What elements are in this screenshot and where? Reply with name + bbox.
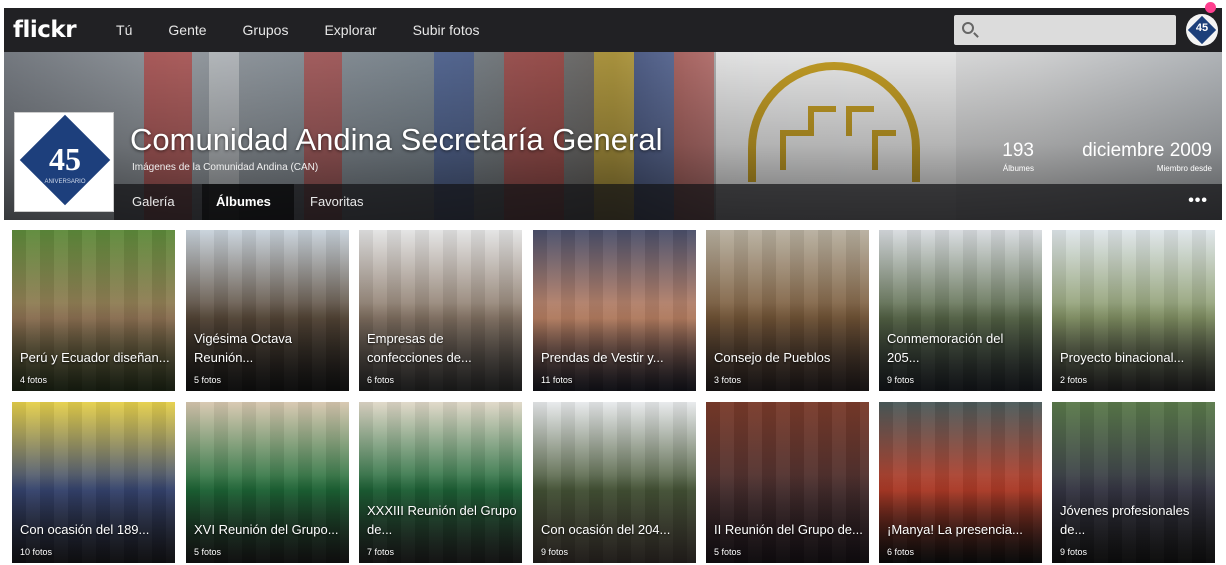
album-tile[interactable]: Conmemoración del 205... 9 fotos bbox=[879, 230, 1042, 391]
album-tile[interactable]: Empresas de confecciones de... 6 fotos bbox=[359, 230, 522, 391]
album-title: Consejo de Pueblos bbox=[714, 350, 831, 365]
album-title: Perú y Ecuador diseñan... bbox=[20, 350, 170, 365]
album-tile[interactable]: Vigésima Octava Reunión... 5 fotos bbox=[186, 230, 349, 391]
album-title: Con ocasión del 189... bbox=[20, 522, 150, 537]
nav-link-tu[interactable]: Tú bbox=[116, 22, 132, 38]
nav-link-explorar[interactable]: Explorar bbox=[324, 22, 376, 38]
profile-title: Comunidad Andina Secretaría General bbox=[130, 122, 663, 157]
notification-badge-icon[interactable] bbox=[1205, 2, 1216, 13]
album-photo-count: 9 fotos bbox=[887, 375, 915, 385]
album-photo-count: 10 fotos bbox=[20, 547, 53, 557]
album-photo-count: 5 fotos bbox=[714, 547, 742, 557]
albums-count: 193 bbox=[1002, 140, 1034, 161]
album-tile[interactable]: Jóvenes profesionales de... 9 fotos bbox=[1052, 402, 1215, 563]
more-options-icon[interactable]: ••• bbox=[1188, 192, 1208, 210]
album-title: ¡Manya! La presencia... bbox=[887, 522, 1023, 537]
profile-cover: 45 ANIVERSARIO Comunidad Andina Secretar… bbox=[4, 52, 1222, 220]
album-photo-count: 5 fotos bbox=[194, 375, 222, 385]
album-title: Jóvenes profesionales de... bbox=[1060, 503, 1190, 537]
album-title: Proyecto binacional... bbox=[1060, 350, 1185, 365]
flickr-logo[interactable]: flickr bbox=[13, 17, 77, 43]
album-title: Prendas de Vestir y... bbox=[541, 350, 664, 365]
member-since: diciembre 2009 bbox=[1082, 140, 1212, 161]
album-tile[interactable]: Consejo de Pueblos 3 fotos bbox=[706, 230, 869, 391]
album-photo-count: 5 fotos bbox=[194, 547, 222, 557]
album-tile[interactable]: Prendas de Vestir y... 11 fotos bbox=[533, 230, 696, 391]
album-tile[interactable]: Perú y Ecuador diseñan... 4 fotos bbox=[12, 230, 175, 391]
tab-galeria[interactable]: Galería bbox=[132, 194, 175, 209]
search-input[interactable] bbox=[980, 19, 1170, 41]
album-photo-count: 7 fotos bbox=[367, 547, 395, 557]
album-title: II Reunión del Grupo de... bbox=[714, 522, 863, 537]
search-icon[interactable] bbox=[962, 22, 974, 34]
album-tile[interactable]: XVI Reunión del Grupo... 5 fotos bbox=[186, 402, 349, 563]
album-title: XXXIII Reunión del Grupo de... bbox=[367, 503, 517, 537]
member-since-label: Miembro desde bbox=[1156, 164, 1212, 173]
albums-count-label: Álbumes bbox=[1002, 164, 1034, 173]
avatar-number: 45 bbox=[49, 141, 81, 177]
search-box bbox=[954, 15, 1176, 45]
profile-tabs: Galería Álbumes Favoritas ••• bbox=[114, 184, 1222, 220]
album-tile[interactable]: II Reunión del Grupo de... 5 fotos bbox=[706, 402, 869, 563]
nav-link-grupos[interactable]: Grupos bbox=[243, 22, 289, 38]
album-tile[interactable]: Proyecto binacional... 2 fotos bbox=[1052, 230, 1215, 391]
avatar-caption: ANIVERSARIO bbox=[44, 179, 86, 185]
album-title: Conmemoración del 205... bbox=[887, 331, 1004, 365]
account-avatar[interactable]: 45 bbox=[1186, 14, 1218, 46]
avatar-number: 45 bbox=[1195, 22, 1209, 34]
album-title: Empresas de confecciones de... bbox=[367, 331, 472, 365]
album-photo-count: 4 fotos bbox=[20, 375, 48, 385]
album-photo-count: 3 fotos bbox=[714, 375, 742, 385]
profile-subtitle: Imágenes de la Comunidad Andina (CAN) bbox=[132, 162, 319, 173]
tab-albumes[interactable]: Álbumes bbox=[216, 194, 271, 209]
top-nav-bar: flickr Tú Gente Grupos Explorar Subir fo… bbox=[4, 8, 1222, 52]
album-photo-count: 6 fotos bbox=[367, 375, 395, 385]
album-photo-count: 6 fotos bbox=[887, 547, 915, 557]
album-tile[interactable]: Con ocasión del 204... 9 fotos bbox=[533, 402, 696, 563]
nav-link-gente[interactable]: Gente bbox=[168, 22, 206, 38]
album-title: XVI Reunión del Grupo... bbox=[194, 522, 339, 537]
album-tile[interactable]: Con ocasión del 189... 10 fotos bbox=[12, 402, 175, 563]
album-title: Vigésima Octava Reunión... bbox=[194, 331, 293, 365]
tab-favoritas[interactable]: Favoritas bbox=[310, 194, 363, 209]
album-photo-count: 11 fotos bbox=[541, 375, 573, 385]
album-photo-count: 2 fotos bbox=[1060, 375, 1088, 385]
nav-link-subir-fotos[interactable]: Subir fotos bbox=[413, 22, 480, 38]
album-tile[interactable]: XXXIII Reunión del Grupo de... 7 fotos bbox=[359, 402, 522, 563]
album-tile[interactable]: ¡Manya! La presencia... 6 fotos bbox=[879, 402, 1042, 563]
album-photo-count: 9 fotos bbox=[541, 547, 569, 557]
profile-avatar[interactable]: 45 ANIVERSARIO bbox=[14, 112, 114, 212]
main-nav: Tú Gente Grupos Explorar Subir fotos bbox=[116, 22, 515, 38]
album-photo-count: 9 fotos bbox=[1060, 547, 1088, 557]
album-title: Con ocasión del 204... bbox=[541, 522, 671, 537]
